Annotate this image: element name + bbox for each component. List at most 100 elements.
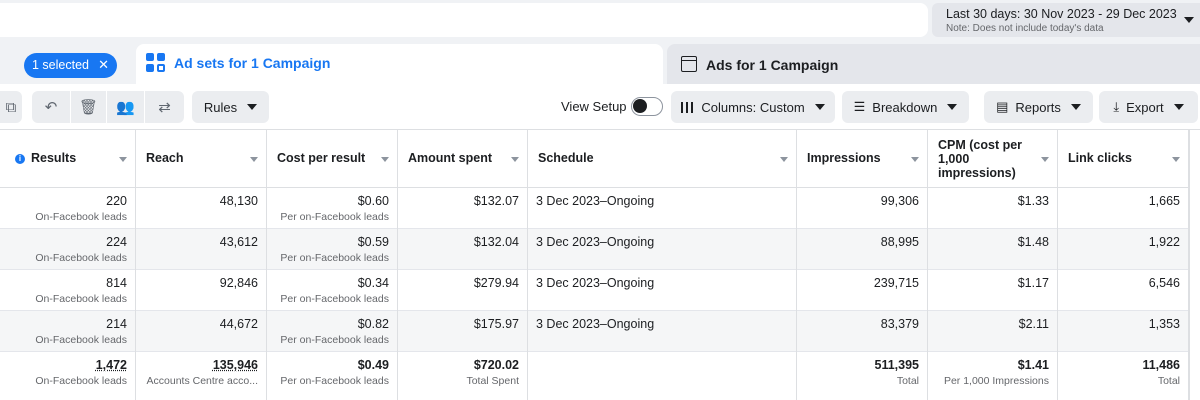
- column-header-reach[interactable]: Reach: [136, 130, 267, 188]
- cell-value: $0.60: [357, 194, 389, 208]
- search-bar[interactable]: [0, 3, 928, 37]
- column-header-link-clicks[interactable]: Link clicks: [1058, 130, 1189, 188]
- cell-value: 1,922: [1148, 235, 1180, 249]
- date-range-picker[interactable]: Last 30 days: 30 Nov 2023 - 29 Dec 2023 …: [932, 3, 1200, 37]
- toolbar: ⧉ ↶ 🗑 👥 ⇄ Rules View Setup Columns: Cust…: [0, 84, 1200, 130]
- cell-value: $2.11: [1018, 317, 1049, 331]
- cell-value: $132.07: [473, 194, 519, 208]
- table-cell: 88,995: [797, 229, 928, 270]
- table-cell: 1,353: [1058, 311, 1189, 352]
- cell-value: 135,946: [212, 358, 258, 372]
- sort-caret-icon[interactable]: [911, 157, 919, 162]
- table-cell: [528, 352, 797, 400]
- column-header-cpm[interactable]: CPM (cost per 1,000 impressions): [928, 130, 1058, 188]
- cell-value: $1.17: [1017, 276, 1049, 290]
- cell-subtext: Per on-Facebook leads: [280, 334, 389, 346]
- sort-caret-icon[interactable]: [381, 157, 389, 162]
- cell-subtext: Per on-Facebook leads: [280, 375, 389, 387]
- undo-button[interactable]: ↶: [32, 91, 70, 123]
- rules-button[interactable]: Rules: [192, 91, 269, 123]
- trash-icon: 🗑: [78, 99, 99, 116]
- columns-icon: [681, 101, 694, 113]
- table-cell: 239,715: [797, 270, 928, 311]
- reports-label: Reports: [1015, 99, 1061, 115]
- cell-value: 224: [106, 235, 127, 249]
- cell-subtext: Per on-Facebook leads: [280, 293, 389, 305]
- table-cell: 3 Dec 2023–Ongoing: [528, 229, 797, 270]
- cell-value: 220: [106, 194, 127, 208]
- cell-subtext: On-Facebook leads: [35, 334, 127, 346]
- cell-value: $1.33: [1017, 194, 1049, 208]
- column-header-impressions[interactable]: Impressions: [797, 130, 928, 188]
- breakdown-icon: ☰: [853, 99, 866, 114]
- rules-label: Rules: [203, 99, 238, 115]
- sort-caret-icon[interactable]: [1172, 157, 1180, 162]
- table-cell: $175.97: [398, 311, 528, 352]
- chevron-down-icon: [1173, 104, 1184, 110]
- export-button[interactable]: ⤓ Export: [1099, 91, 1198, 123]
- columns-button[interactable]: Columns: Custom: [671, 91, 835, 123]
- table-row[interactable]: 224 On-Facebook leads 43,612 $0.59 Per on-…: [0, 229, 1200, 270]
- table-row[interactable]: 814 On-Facebook leads 92,846 $0.34 Per on-…: [0, 270, 1200, 311]
- table-row[interactable]: 214 On-Facebook leads 44,672 $0.82 Per on-…: [0, 311, 1200, 352]
- table-cell: $0.60 Per on-Facebook leads: [267, 188, 398, 229]
- columns-label: Columns: Custom: [701, 99, 805, 115]
- cell-value: $0.49: [357, 358, 389, 372]
- reports-button[interactable]: ▤ Reports: [984, 91, 1093, 123]
- table-cell: 511,395 Total: [797, 352, 928, 400]
- table-cell: $279.94: [398, 270, 528, 311]
- cell-subtext: On-Facebook leads: [35, 211, 127, 223]
- table-cell: $0.59 Per on-Facebook leads: [267, 229, 398, 270]
- share-button[interactable]: ⇄: [145, 91, 184, 123]
- sort-caret-icon[interactable]: [250, 157, 258, 162]
- sort-caret-icon[interactable]: [1041, 157, 1049, 162]
- breakdown-button[interactable]: ☰ Breakdown: [842, 91, 969, 123]
- selected-filter-pill[interactable]: 1 selected ✕: [24, 53, 117, 78]
- table-cell: 43,612: [136, 229, 267, 270]
- cell-value: 239,715: [873, 276, 919, 290]
- table-cell: $1.17: [928, 270, 1058, 311]
- table-cell: 92,846: [136, 270, 267, 311]
- info-icon[interactable]: i: [15, 154, 25, 164]
- column-header-results[interactable]: i Results: [0, 130, 136, 188]
- close-icon[interactable]: ✕: [98, 57, 109, 73]
- cell-value: $720.02: [473, 358, 519, 372]
- table-row[interactable]: 220 On-Facebook leads 48,130 $0.60 Per on-…: [0, 188, 1200, 229]
- undo-icon: ↶: [44, 99, 58, 116]
- sort-caret-icon[interactable]: [511, 157, 519, 162]
- cell-value: 44,672: [219, 317, 258, 331]
- cell-value: 214: [106, 317, 127, 331]
- cell-value: 3 Dec 2023–Ongoing: [536, 235, 655, 249]
- tab-ad-sets[interactable]: Ad sets for 1 Campaign: [136, 44, 663, 84]
- cell-value: 11,486: [1142, 358, 1180, 372]
- cell-value: 3 Dec 2023–Ongoing: [536, 317, 655, 331]
- copy-button[interactable]: ⧉: [0, 91, 22, 123]
- tab-ads-label: Ads for 1 Campaign: [706, 57, 839, 73]
- column-header-amount-spent[interactable]: Amount spent: [398, 130, 528, 188]
- column-header-cost-per-result[interactable]: Cost per result: [267, 130, 398, 188]
- delete-button[interactable]: 🗑: [71, 91, 106, 123]
- ad-sets-table: i Results Reach Cost per result Amount sp…: [0, 130, 1200, 400]
- cell-value: 83,379: [880, 317, 919, 331]
- table-cell: 44,672: [136, 311, 267, 352]
- cell-value: 92,846: [219, 276, 258, 290]
- document-icon: [681, 56, 697, 72]
- view-setup-toggle[interactable]: [631, 97, 663, 116]
- cell-value: $0.59: [357, 235, 389, 249]
- table-cell: 3 Dec 2023–Ongoing: [528, 311, 797, 352]
- sort-caret-icon[interactable]: [780, 157, 788, 162]
- tab-ad-sets-label: Ad sets for 1 Campaign: [174, 55, 331, 71]
- table-cell: 83,379: [797, 311, 928, 352]
- export-icon: ⤓: [1113, 99, 1120, 114]
- column-header-schedule[interactable]: Schedule: [528, 130, 797, 188]
- cell-value: 3 Dec 2023–Ongoing: [536, 194, 655, 208]
- audience-button[interactable]: 👥: [107, 91, 144, 123]
- cell-value: 43,612: [219, 235, 258, 249]
- chevron-down-icon: [947, 104, 958, 110]
- tab-ads[interactable]: Ads for 1 Campaign: [667, 44, 1200, 84]
- sort-caret-icon[interactable]: [119, 157, 127, 162]
- cell-value: $1.48: [1017, 235, 1049, 249]
- chevron-down-icon: [814, 104, 825, 110]
- table-cell: 48,130: [136, 188, 267, 229]
- grid-icon: [146, 53, 166, 73]
